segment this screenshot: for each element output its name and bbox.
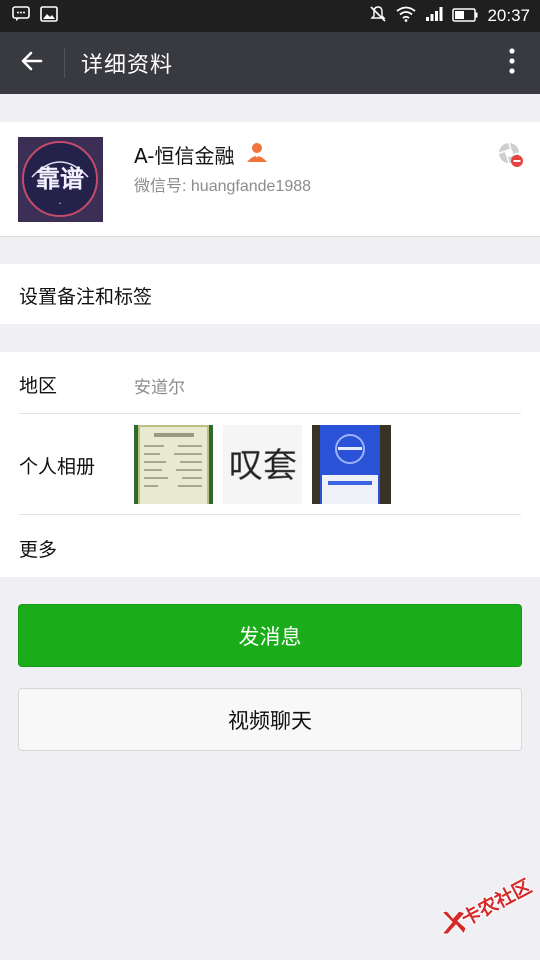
video-chat-button[interactable]: 视频聊天 (18, 688, 522, 751)
watermark: 卡农社区 (432, 875, 536, 940)
camera-button[interactable] (498, 142, 524, 168)
person-icon (246, 141, 268, 168)
mute-icon (369, 5, 387, 27)
album-thumb-text[interactable]: 叹套 (223, 425, 302, 504)
album-label: 个人相册 (19, 456, 96, 478)
album-thumb-phone[interactable] (312, 425, 391, 504)
remark-label: 设置备注和标签 (19, 286, 153, 308)
page-title: 详细资料 (81, 53, 174, 78)
profile-card: 靠谱 · A-恒信金融 微信号: huangfande1988 (0, 122, 540, 237)
back-button[interactable] (0, 32, 64, 94)
more-vertical-icon (508, 48, 516, 78)
send-message-button[interactable]: 发消息 (18, 604, 522, 667)
wifi-icon (396, 6, 417, 26)
more-label: 更多 (19, 539, 58, 561)
info-card: 地区 安道尔 个人相册 叹套 更多 (0, 352, 540, 577)
region-row: 地区 安道尔 (0, 352, 540, 414)
thumb-text-glyphs: 叹套 (229, 446, 297, 486)
region-value: 安道尔 (134, 378, 185, 398)
profile-name-row: A-恒信金融 (134, 140, 268, 169)
arrow-left-icon (20, 49, 44, 77)
album-thumb-receipt[interactable] (134, 425, 213, 504)
album-thumbs: 叹套 (134, 425, 401, 504)
app-bar: 详细资料 (0, 32, 540, 94)
message-icon (12, 6, 30, 26)
avatar[interactable]: 靠谱 · (18, 137, 103, 222)
wechat-id: 微信号: huangfande1988 (134, 178, 312, 195)
status-bar: 20:37 (0, 0, 540, 32)
remark-row[interactable]: 设置备注和标签 (0, 264, 540, 324)
more-row[interactable]: 更多 (0, 515, 540, 577)
svg-text:·: · (58, 199, 61, 210)
battery-icon (452, 7, 478, 26)
status-time: 20:37 (487, 6, 530, 25)
profile-name: A-恒信金融 (134, 144, 235, 168)
app-bar-divider (64, 48, 65, 78)
more-button[interactable] (484, 32, 540, 94)
watermark-text: 卡农社区 (457, 875, 536, 931)
image-icon (40, 6, 58, 26)
signal-icon (425, 6, 443, 26)
camera-icon (498, 142, 524, 172)
region-label: 地区 (19, 375, 58, 397)
svg-text:靠谱: 靠谱 (36, 164, 84, 193)
album-row[interactable]: 个人相册 叹套 (0, 414, 540, 515)
